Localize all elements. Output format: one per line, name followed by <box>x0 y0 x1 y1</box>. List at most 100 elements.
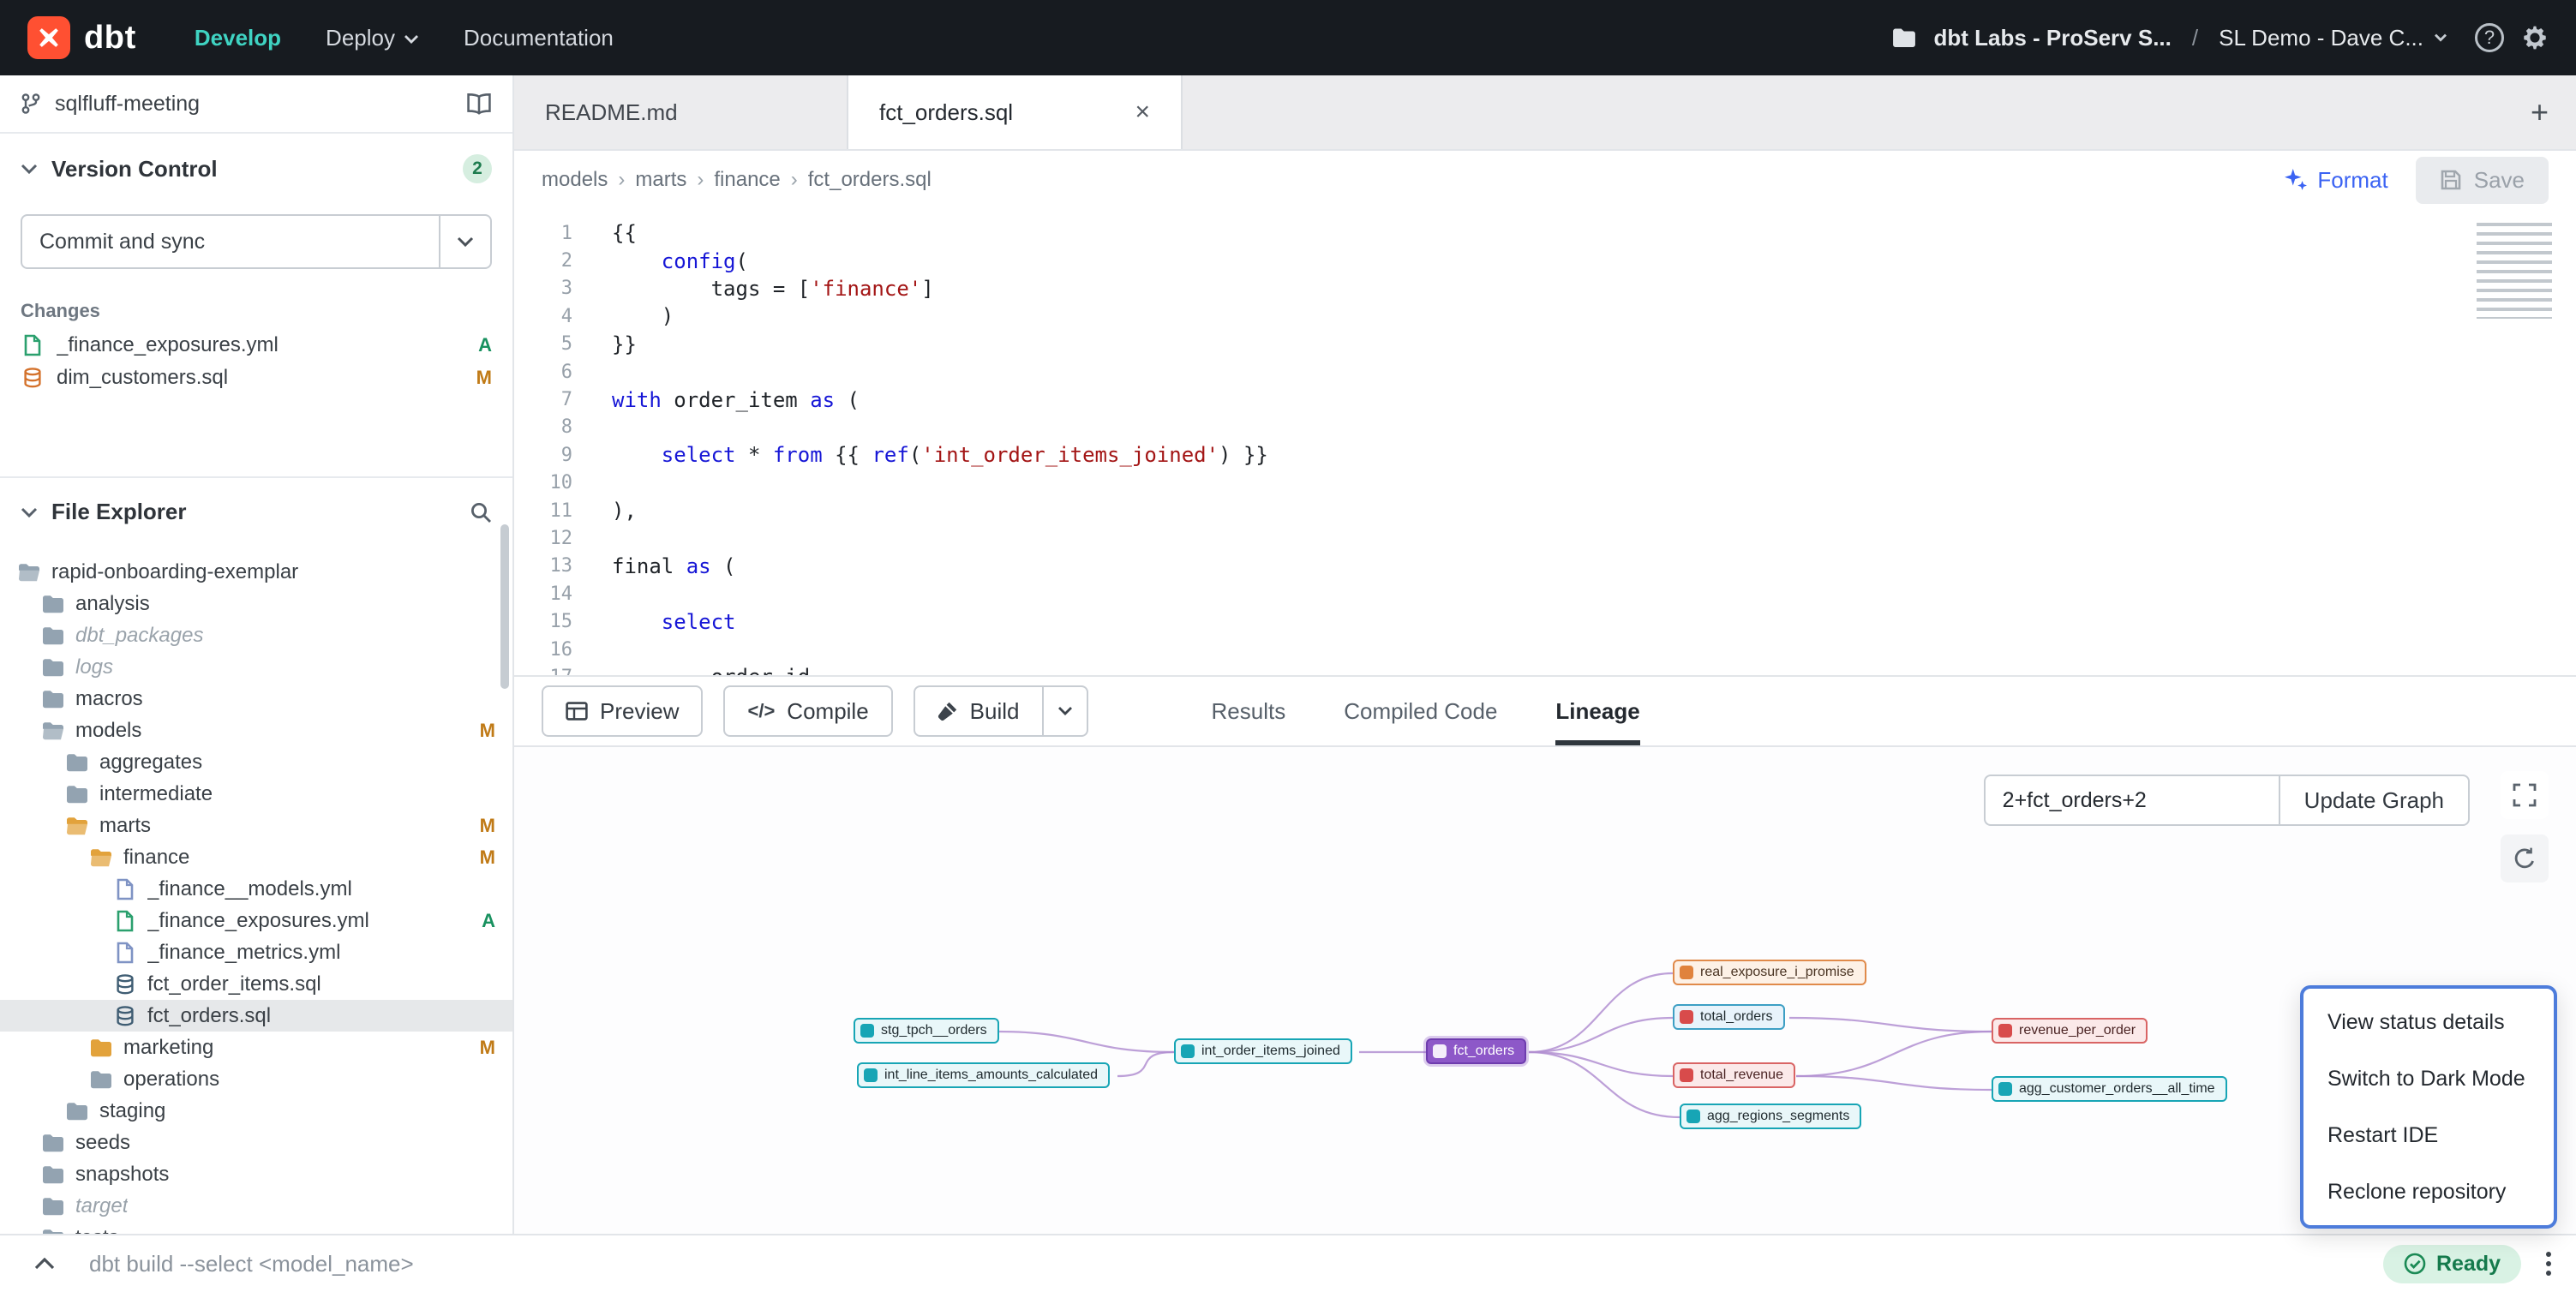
lineage-node-int_order_items_joined[interactable]: int_order_items_joined <box>1174 1038 1352 1064</box>
file-name: aggregates <box>99 751 202 775</box>
expand-command-bar-button[interactable] <box>24 1243 65 1284</box>
file-tree-item[interactable]: martsM <box>0 810 512 841</box>
lineage-node-stg_tpch__orders[interactable]: stg_tpch__orders <box>854 1018 999 1044</box>
panel-tab-results[interactable]: Results <box>1212 677 1286 745</box>
command-input[interactable]: dbt build --select <model_name> <box>89 1251 414 1277</box>
breadcrumb-models[interactable]: models <box>542 168 608 192</box>
menu-item-reclone-repository[interactable]: Reclone repository <box>2303 1163 2554 1220</box>
file-explorer-header[interactable]: File Explorer <box>0 478 512 539</box>
changes-count-badge: 2 <box>463 154 492 183</box>
breadcrumb-fct_orders.sql[interactable]: fct_orders.sql <box>808 168 932 192</box>
lineage-node-revenue_per_order[interactable]: revenue_per_order <box>1992 1018 2148 1044</box>
editor-minimap[interactable] <box>2477 223 2552 319</box>
commit-and-sync-button[interactable]: Commit and sync <box>22 216 439 267</box>
file-tree-item[interactable]: dbt_packages <box>0 619 512 651</box>
panel-tab-compiled-code[interactable]: Compiled Code <box>1344 677 1497 745</box>
nav-label: Deploy <box>326 25 395 51</box>
version-control-title: Version Control <box>51 156 218 182</box>
file-tree-item[interactable]: modelsM <box>0 715 512 746</box>
lineage-node-agg_regions_segments[interactable]: agg_regions_segments <box>1680 1104 1861 1129</box>
nav-deploy[interactable]: Deploy <box>326 25 419 51</box>
code-line: 16 <box>514 636 2576 663</box>
lineage-node-agg_customer_orders__all_time[interactable]: agg_customer_orders__all_time <box>1992 1076 2227 1102</box>
nav-develop[interactable]: Develop <box>195 25 281 51</box>
dbt-logo[interactable]: dbt <box>27 16 136 59</box>
breadcrumb-marts[interactable]: marts <box>635 168 686 192</box>
project-selector[interactable]: SL Demo - Dave C... <box>2219 25 2447 51</box>
compile-button[interactable]: </>Compile <box>723 685 892 737</box>
tab-fct_orders.sql[interactable]: fct_orders.sql× <box>848 75 1183 149</box>
file-tree-item[interactable]: fct_orders.sql <box>0 1000 512 1032</box>
status-badge[interactable]: Ready <box>2383 1245 2521 1283</box>
dbt-logo-icon <box>27 16 70 59</box>
file-tree-item[interactable]: financeM <box>0 841 512 873</box>
preview-button[interactable]: Preview <box>542 685 703 737</box>
node-label: agg_customer_orders__all_time <box>2019 1081 2215 1097</box>
nav-documentation[interactable]: Documentation <box>464 25 614 51</box>
file-tree-item[interactable]: logs <box>0 651 512 683</box>
model-icon <box>1998 1082 2012 1096</box>
tab-README.md[interactable]: README.md <box>514 75 848 149</box>
fullscreen-button[interactable] <box>2501 771 2549 819</box>
status-context-menu: View status detailsSwitch to Dark ModeRe… <box>2300 985 2557 1229</box>
breadcrumb-finance[interactable]: finance <box>714 168 780 192</box>
file-tree-item[interactable]: seeds <box>0 1127 512 1158</box>
search-icon[interactable] <box>470 501 492 523</box>
changed-file-item[interactable]: _finance_exposures.ymlA <box>0 329 512 362</box>
version-control-header[interactable]: Version Control 2 <box>0 134 512 197</box>
sidebar-scrollbar[interactable] <box>500 524 509 689</box>
file-tree-item[interactable]: aggregates <box>0 746 512 778</box>
metric-icon <box>1680 1010 1693 1024</box>
menu-item-view-status-details[interactable]: View status details <box>2303 994 2554 1050</box>
close-tab-icon[interactable]: × <box>1135 98 1150 127</box>
folder-icon <box>41 626 65 645</box>
lineage-node-fct_orders[interactable]: fct_orders <box>1426 1038 1526 1064</box>
branch-row[interactable]: sqlfluff-meeting <box>0 75 512 134</box>
docs-book-icon[interactable] <box>466 93 492 115</box>
lineage-selector-input[interactable] <box>1984 775 2279 826</box>
panel-tab-lineage[interactable]: Lineage <box>1555 677 1639 745</box>
format-button[interactable]: Format <box>2285 167 2387 194</box>
lineage-node-int_line_items_amounts_calculated[interactable]: int_line_items_amounts_calculated <box>857 1062 1110 1088</box>
new-tab-button[interactable]: + <box>2503 94 2576 130</box>
breadcrumb-row: models›marts›finance›fct_orders.sql Form… <box>514 151 2576 209</box>
file-tree-item[interactable]: macros <box>0 683 512 715</box>
file-tree-item[interactable]: rapid-onboarding-exemplar <box>0 556 512 588</box>
commit-options-button[interactable] <box>439 216 490 267</box>
lineage-node-total_revenue[interactable]: total_revenue <box>1673 1062 1795 1088</box>
file-tree-item[interactable]: operations <box>0 1063 512 1095</box>
save-button[interactable]: Save <box>2416 157 2549 204</box>
save-icon <box>2440 169 2462 191</box>
code-icon: </> <box>747 700 775 722</box>
build-options-button[interactable] <box>1044 685 1088 737</box>
node-label: int_order_items_joined <box>1201 1044 1340 1059</box>
line-number: 10 <box>514 472 572 493</box>
file-tree-item[interactable]: analysis <box>0 588 512 619</box>
menu-item-switch-to-dark-mode[interactable]: Switch to Dark Mode <box>2303 1050 2554 1107</box>
file-tree-item[interactable]: target <box>0 1190 512 1222</box>
file-tree-item[interactable]: marketingM <box>0 1032 512 1063</box>
file-tree-item[interactable]: _finance_metrics.yml <box>0 936 512 968</box>
file-tree-item[interactable]: staging <box>0 1095 512 1127</box>
code-editor[interactable]: 1{{2 config(3 tags = ['finance']4 )5}}67… <box>514 209 2576 675</box>
file-tree-item[interactable]: _finance__models.yml <box>0 873 512 905</box>
reset-graph-button[interactable] <box>2501 834 2549 882</box>
file-tree-item[interactable]: snapshots <box>0 1158 512 1190</box>
file-tree-item[interactable]: intermediate <box>0 778 512 810</box>
file-tree-item[interactable]: tests <box>0 1222 512 1234</box>
fullscreen-icon <box>2513 783 2537 807</box>
kebab-menu-icon[interactable] <box>2545 1250 2552 1277</box>
changed-file-item[interactable]: dim_customers.sqlM <box>0 362 512 394</box>
gear-icon[interactable] <box>2521 24 2549 51</box>
lineage-node-total_orders[interactable]: total_orders <box>1673 1004 1785 1030</box>
file-name: macros <box>75 687 143 711</box>
update-graph-button[interactable]: Update Graph <box>2279 775 2470 826</box>
file-tree-item[interactable]: _finance_exposures.ymlA <box>0 905 512 936</box>
build-button[interactable]: Build <box>914 685 1044 737</box>
menu-item-restart-ide[interactable]: Restart IDE <box>2303 1107 2554 1163</box>
file-tree-item[interactable]: fct_order_items.sql <box>0 968 512 1000</box>
lineage-node-real_exposure_i_promise[interactable]: real_exposure_i_promise <box>1673 960 1866 985</box>
account-name[interactable]: dbt Labs - ProServ S... <box>1933 25 2171 51</box>
help-icon[interactable]: ? <box>2475 23 2504 52</box>
code-lines: 1{{2 config(3 tags = ['finance']4 )5}}67… <box>514 219 2576 675</box>
